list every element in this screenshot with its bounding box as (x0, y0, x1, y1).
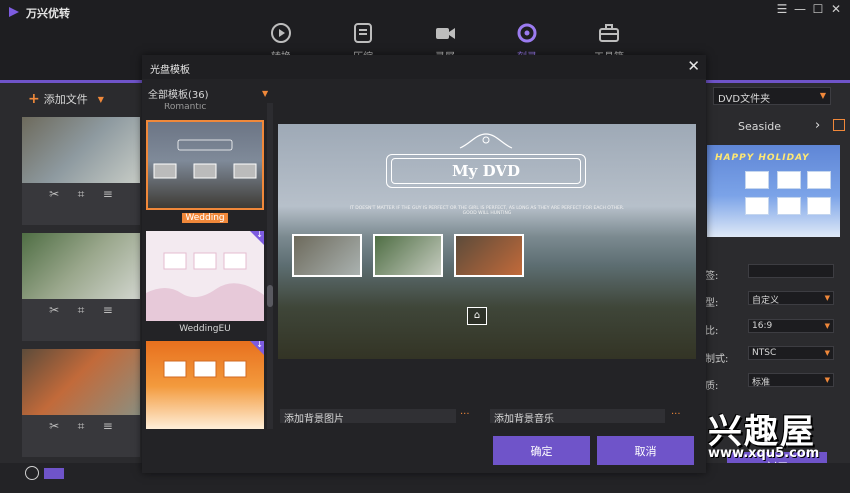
output-target-select[interactable]: DVD文件夹 ▼ (713, 87, 831, 105)
chapter-thumbnail[interactable] (454, 234, 524, 277)
template-label: WeddingEU (179, 324, 231, 334)
progress-indicator (44, 468, 64, 479)
burn-icon (517, 23, 537, 43)
crop-icon[interactable]: ⌗ (78, 303, 85, 318)
plus-icon: + (28, 91, 40, 107)
chevron-right-icon[interactable]: › (815, 118, 820, 133)
clip-item[interactable]: ✂ ⌗ ≡ (22, 117, 140, 225)
clip-thumbnail (22, 233, 140, 299)
scissors-icon[interactable]: ✂ (49, 187, 59, 202)
setting-label: 型: (705, 298, 719, 309)
template-preview (153, 139, 257, 179)
setting-label: 质: (705, 381, 719, 392)
adjust-icon[interactable]: ≡ (103, 187, 113, 202)
bg-image-field[interactable]: 添加背景图片 (280, 409, 456, 425)
crop-icon[interactable]: ⌗ (78, 419, 85, 434)
theme-name: Seaside (738, 120, 782, 133)
chevron-down-icon: ▼ (824, 322, 830, 330)
ornament-icon (459, 133, 513, 149)
clip-tools: ✂ ⌗ ≡ (22, 415, 140, 438)
template-label: Wedding (146, 213, 264, 223)
clip-item[interactable]: ✂ ⌗ ≡ (22, 349, 140, 457)
toolbox-icon (599, 24, 619, 42)
watermark-url: www.xqu5.com (708, 446, 820, 461)
chevron-down-icon[interactable]: ▼ (98, 95, 104, 104)
add-file-button[interactable]: + 添加文件 ▼ (28, 91, 104, 107)
setting-label: 签: (705, 271, 719, 282)
record-icon (436, 28, 455, 39)
clip-tools: ✂ ⌗ ≡ (22, 183, 140, 206)
template-scrollbar[interactable] (267, 103, 273, 429)
clip-thumbnail (22, 117, 140, 183)
template-preview-area: My DVD IT DOESN'T MATTER IF THE GUY IS P… (278, 124, 696, 359)
clip-tools: ✂ ⌗ ≡ (22, 299, 140, 322)
template-label: Romantic (164, 103, 207, 112)
bg-music-field[interactable]: 添加背景音乐 (490, 409, 665, 425)
disc-template-dialog: 光盘模板 ✕ 全部模板(36) ▼ Romantic Wedding ↓ Wed… (142, 55, 706, 473)
aspect-ratio-select[interactable]: 16:9 ▼ (748, 319, 834, 333)
chevron-down-icon: ▼ (819, 91, 826, 100)
file-list-panel: + 添加文件 ▼ ✂ ⌗ ≡ ✂ ⌗ ≡ ✂ ⌗ ≡ (0, 83, 143, 463)
alarm-icon[interactable] (25, 466, 39, 480)
scroll-thumb[interactable] (267, 285, 273, 307)
chevron-down-icon: ▼ (824, 294, 830, 302)
maximize-icon[interactable]: ☐ (812, 2, 824, 16)
quality-select[interactable]: 标准 ▼ (748, 373, 834, 388)
download-icon[interactable]: ↓ (256, 340, 263, 349)
edit-icon[interactable] (833, 119, 845, 131)
scissors-icon[interactable]: ✂ (49, 303, 59, 318)
template-wedding-eu[interactable]: ↓ (146, 230, 264, 321)
dialog-header: 光盘模板 ✕ (142, 55, 706, 79)
setting-label: 制式: (705, 354, 729, 365)
scissors-icon[interactable]: ✂ (49, 419, 59, 434)
menu-type-select[interactable]: 自定义 ▼ (748, 291, 834, 306)
chevron-down-icon: ▼ (824, 349, 830, 357)
download-icon[interactable]: ↓ (256, 230, 263, 239)
chevron-down-icon[interactable]: ▼ (262, 89, 268, 98)
menu-icon[interactable]: ☰ (776, 2, 788, 16)
browse-music-button[interactable]: ··· (671, 409, 681, 420)
template-autumn[interactable]: ↓ (146, 340, 264, 429)
chapter-thumbnail[interactable] (373, 234, 443, 277)
template-preview (163, 360, 247, 378)
convert-icon (271, 23, 291, 43)
template-filter-select[interactable]: 全部模板(36) (148, 86, 209, 101)
adjust-icon[interactable]: ≡ (103, 303, 113, 318)
close-icon[interactable]: ✕ (687, 57, 700, 75)
preview-title[interactable]: My DVD (386, 162, 586, 180)
window-controls: ☰ — ☐ ✕ (776, 2, 842, 16)
ok-button[interactable]: 确定 (493, 436, 590, 465)
clip-thumbnail (22, 349, 140, 415)
chevron-down-icon: ▼ (824, 376, 830, 384)
close-icon[interactable]: ✕ (830, 2, 842, 16)
home-icon[interactable]: ⌂ (467, 307, 487, 325)
template-wedding[interactable] (146, 120, 264, 210)
minimize-icon[interactable]: — (794, 2, 806, 16)
app-logo-icon (9, 7, 19, 17)
template-preview (146, 252, 264, 321)
tv-standard-select[interactable]: NTSC ▼ (748, 346, 834, 360)
crop-icon[interactable]: ⌗ (78, 187, 85, 202)
theme-thumbnail[interactable]: HAPPY HOLIDAY (707, 145, 840, 237)
template-list: Romantic Wedding ↓ WeddingEU ↓ (142, 103, 278, 429)
browse-image-button[interactable]: ··· (460, 409, 470, 420)
adjust-icon[interactable]: ≡ (103, 419, 113, 434)
setting-label: 比: (705, 326, 719, 337)
cancel-button[interactable]: 取消 (597, 436, 694, 465)
chapter-thumbnail[interactable] (292, 234, 362, 277)
compress-icon (354, 23, 372, 43)
clip-item[interactable]: ✂ ⌗ ≡ (22, 233, 140, 341)
preview-subtitle: IT DOESN'T MATTER IF THE GUY IS PERFECT … (349, 206, 625, 216)
label-input[interactable] (748, 264, 834, 278)
dialog-title: 光盘模板 (150, 65, 190, 76)
app-title: 万兴优转 (26, 7, 70, 20)
